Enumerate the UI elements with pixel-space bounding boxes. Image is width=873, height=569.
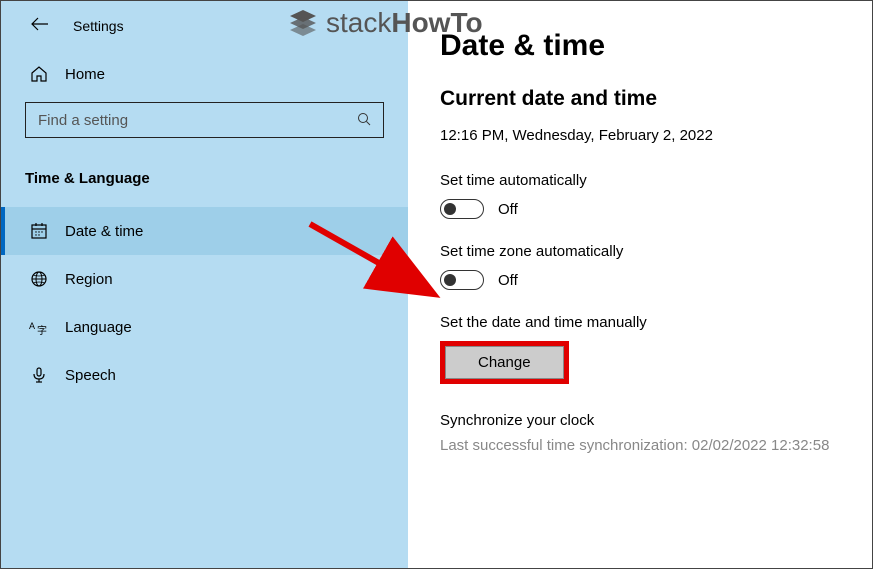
auto-zone-label: Set time zone automatically [440, 243, 872, 260]
nav-item-date-time[interactable]: Date & time [1, 207, 408, 255]
sync-info: Last successful time synchronization: 02… [440, 437, 872, 454]
category-title: Time & Language [1, 162, 408, 207]
nav-item-label: Speech [65, 367, 116, 384]
auto-time-toggle[interactable] [440, 199, 484, 219]
change-button[interactable]: Change [445, 346, 564, 379]
svg-text:A: A [29, 321, 35, 331]
settings-title: Settings [73, 18, 124, 34]
auto-zone-toggle[interactable] [440, 270, 484, 290]
nav-item-label: Language [65, 319, 132, 336]
search-input[interactable]: Find a setting [25, 102, 384, 138]
nav-item-region[interactable]: Region [1, 255, 408, 303]
nav-item-label: Date & time [65, 223, 143, 240]
watermark-text: stackHowTo [326, 7, 483, 39]
manual-label: Set the date and time manually [440, 314, 872, 331]
auto-time-toggle-row: Off [440, 199, 872, 219]
calendar-icon [29, 221, 49, 241]
sidebar: Settings Home Find a setting Time & Lang… [1, 1, 408, 568]
nav-item-label: Region [65, 271, 113, 288]
current-datetime-value: 12:16 PM, Wednesday, February 2, 2022 [440, 127, 872, 144]
search-icon [357, 112, 371, 129]
language-icon: A字 [29, 317, 49, 337]
sync-title: Synchronize your clock [440, 412, 872, 429]
nav-home[interactable]: Home [1, 54, 408, 102]
nav-item-language[interactable]: A字 Language [1, 303, 408, 351]
main-content: Date & time Current date and time 12:16 … [408, 1, 872, 568]
page-title: Date & time [440, 29, 872, 63]
nav-item-speech[interactable]: Speech [1, 351, 408, 399]
back-arrow-icon[interactable] [31, 15, 49, 36]
auto-time-label: Set time automatically [440, 172, 872, 189]
home-label: Home [65, 66, 105, 83]
layers-icon [286, 6, 320, 40]
microphone-icon [29, 365, 49, 385]
globe-icon [29, 269, 49, 289]
watermark: stackHowTo [286, 6, 483, 40]
auto-zone-state: Off [498, 272, 518, 289]
search-placeholder: Find a setting [38, 112, 128, 129]
section-current-datetime: Current date and time [440, 87, 872, 111]
change-button-highlight: Change [440, 341, 569, 384]
home-icon [29, 64, 49, 84]
auto-time-state: Off [498, 201, 518, 218]
svg-text:字: 字 [37, 324, 47, 336]
auto-zone-toggle-row: Off [440, 270, 872, 290]
